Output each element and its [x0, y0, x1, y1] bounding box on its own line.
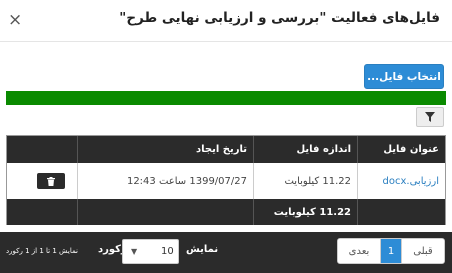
current-page-button[interactable]: 1: [381, 239, 401, 263]
footer-total-size: 11.22 کیلوبایت: [253, 199, 357, 225]
column-header-actions: [5, 136, 77, 163]
close-icon[interactable]: ×: [8, 12, 22, 29]
file-title-cell: ارزیابی.docx: [357, 163, 445, 199]
file-size-cell: 11.22 کیلوبایت: [253, 163, 357, 199]
table-header: عنوان فایل اندازه فایل تاریخ ایجاد: [7, 136, 445, 163]
show-label: نمایش: [186, 244, 219, 255]
table-row: ارزیابی.docx 11.22 کیلوبایت 1399/07/27 س…: [7, 163, 445, 199]
file-created-cell: 1399/07/27 ساعت 12:43: [77, 163, 253, 199]
filter-button[interactable]: [416, 107, 444, 127]
page-size-value: 10: [161, 246, 174, 257]
upload-progress-bar: [6, 91, 446, 105]
choose-file-button[interactable]: انتخاب فایل...: [364, 64, 444, 89]
page-size-select[interactable]: 10 ▼: [122, 239, 179, 264]
table-footer: 11.22 کیلوبایت: [7, 199, 445, 225]
column-header-title[interactable]: عنوان فایل: [357, 136, 445, 163]
dialog-header: × فایل‌های فعالیت "بررسی و ارزیابی نهایی…: [0, 0, 452, 42]
dialog-title: فایل‌های فعالیت "بررسی و ارزیابی نهایی ط…: [119, 10, 440, 26]
pager: بعدی 1 قبلی: [337, 238, 445, 264]
column-header-size[interactable]: اندازه فایل: [253, 136, 357, 163]
actions-cell: [5, 163, 77, 199]
trash-icon: [47, 176, 55, 186]
filter-icon: [425, 112, 435, 122]
file-title-link[interactable]: ارزیابی.docx: [383, 176, 439, 187]
files-table: عنوان فایل اندازه فایل تاریخ ایجاد ارزیا…: [6, 135, 446, 225]
column-header-created[interactable]: تاریخ ایجاد: [77, 136, 253, 163]
prev-page-button[interactable]: قبلی: [401, 239, 444, 263]
delete-button[interactable]: [37, 173, 65, 189]
pagination-info: نمایش 1 تا 1 از 1 رکورد: [6, 247, 79, 255]
chevron-down-icon: ▼: [131, 247, 138, 256]
next-page-button[interactable]: بعدی: [338, 239, 381, 263]
